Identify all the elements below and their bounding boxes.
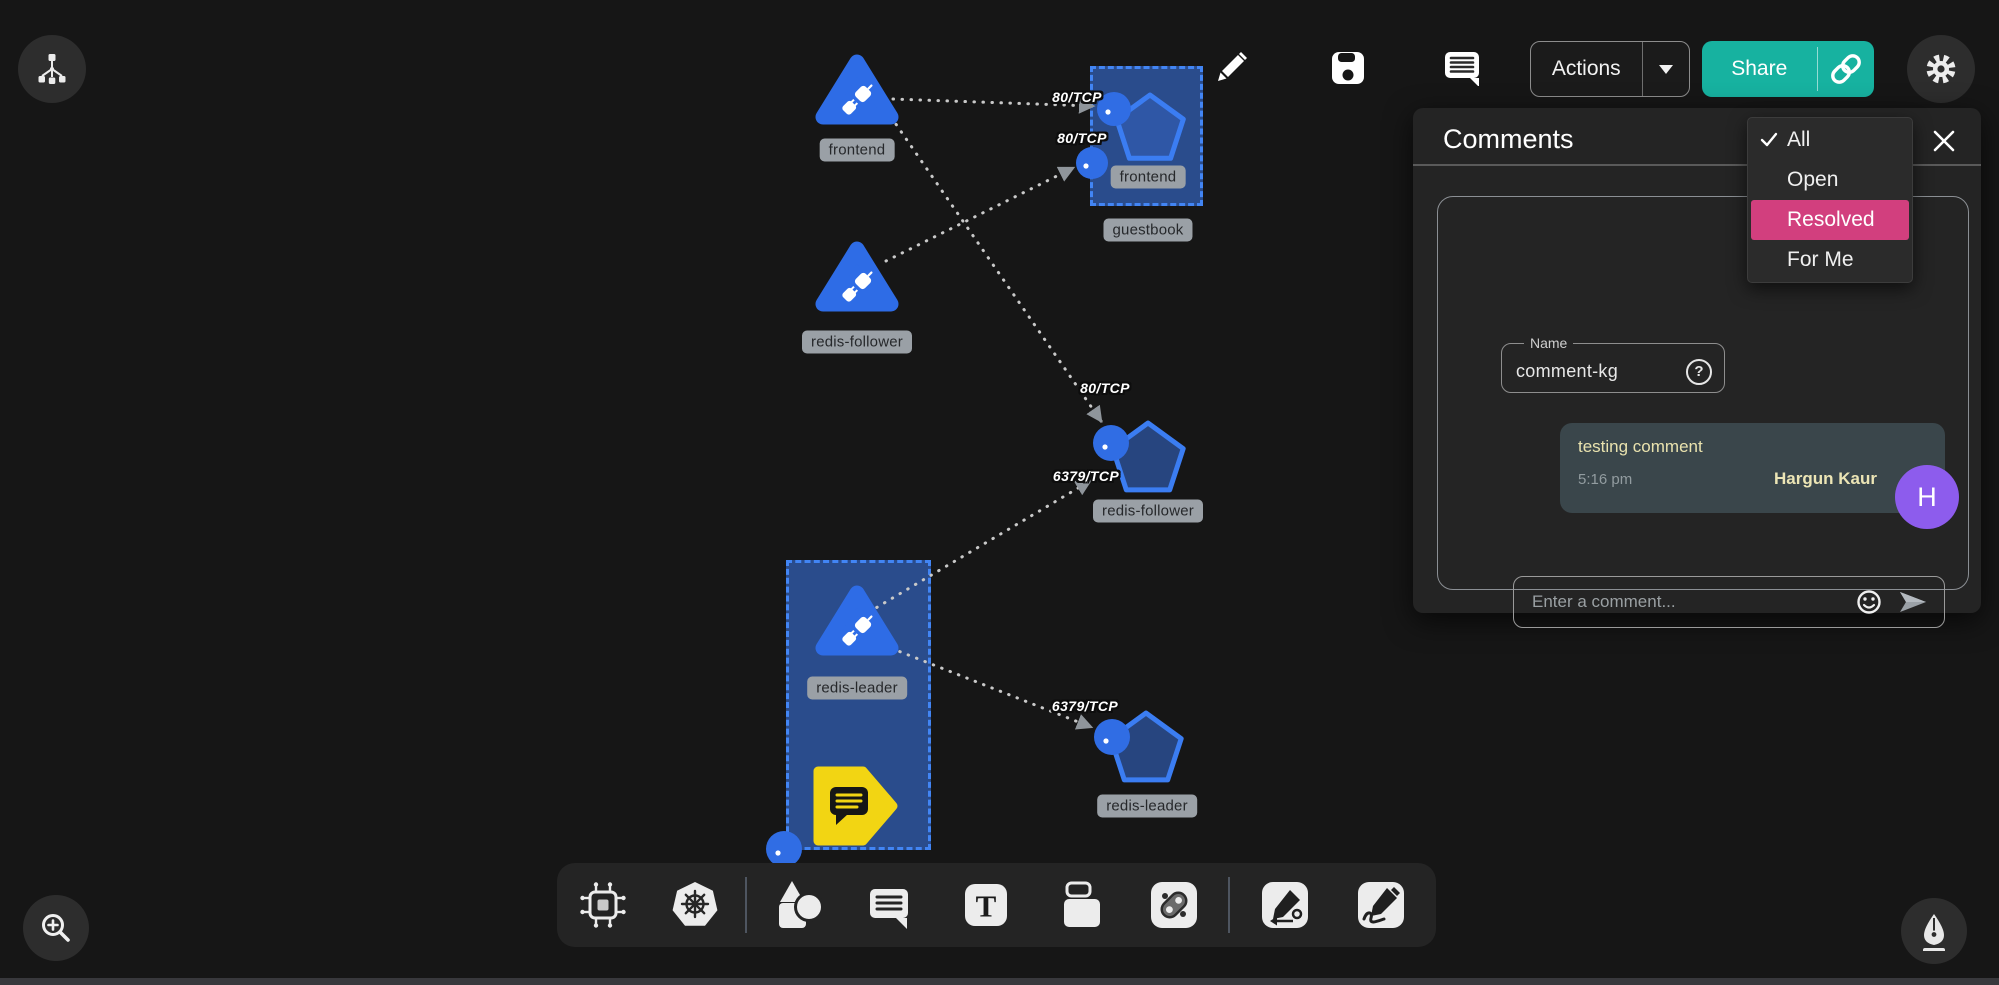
gear-icon	[1919, 47, 1963, 91]
name-field-label: Name	[1524, 335, 1573, 351]
share-button[interactable]: Share	[1702, 41, 1874, 97]
actions-dropdown-toggle[interactable]	[1643, 42, 1689, 96]
emoji-icon[interactable]	[1856, 589, 1882, 615]
chevron-down-icon	[1659, 65, 1673, 74]
sticky-note-tool[interactable]	[1050, 873, 1114, 937]
redis-leader-selection-box[interactable]	[786, 560, 931, 850]
pencil-scribble-icon	[1355, 879, 1407, 931]
node-redis-follower-service[interactable]	[1113, 423, 1183, 490]
pen-connector-tool[interactable]	[1253, 873, 1317, 937]
plug-icon	[840, 267, 876, 303]
avatar: H	[1895, 465, 1959, 529]
save-button[interactable]	[1328, 48, 1368, 88]
node-frontend-deployment[interactable]	[823, 62, 891, 117]
kubernetes-helm-icon	[668, 878, 722, 932]
panel-title: Comments	[1443, 124, 1574, 155]
zoom-in-button[interactable]	[23, 895, 89, 961]
kubernetes-tool[interactable]	[663, 873, 727, 937]
shapes-icon	[771, 879, 823, 931]
save-floppy-icon	[1330, 50, 1366, 86]
node-label[interactable]: redis-follower	[802, 331, 912, 354]
comment-icon	[863, 879, 915, 931]
filter-option-open[interactable]: Open	[1748, 160, 1912, 200]
node-redis-leader-service[interactable]	[1111, 713, 1181, 780]
edge-label: 6379/TCP	[1052, 698, 1118, 714]
text-tool[interactable]: T	[954, 873, 1018, 937]
node-label[interactable]: guestbook	[1103, 219, 1192, 242]
bottom-toolbar: T	[557, 863, 1436, 947]
text-icon: T	[960, 879, 1012, 931]
node-label[interactable]: redis-leader	[807, 677, 907, 700]
actions-button[interactable]: Actions	[1530, 41, 1690, 97]
shapes-tool[interactable]	[765, 873, 829, 937]
close-panel-button[interactable]	[1931, 128, 1957, 154]
node-label[interactable]: frontend	[1111, 166, 1186, 189]
edge-frontend-to-redis-follower-service[interactable]	[891, 117, 1101, 421]
check-icon	[1759, 130, 1787, 150]
edge-label: 80/TCP	[1080, 380, 1130, 396]
node-redis-follower-deployment[interactable]	[823, 249, 891, 304]
comment-tool[interactable]	[857, 873, 921, 937]
svg-text:T: T	[976, 889, 997, 924]
chain-link-icon	[1148, 879, 1200, 931]
link-icon	[1829, 52, 1863, 86]
pen-nib-icon	[1914, 911, 1954, 951]
toolbar-divider	[745, 877, 747, 933]
send-icon[interactable]	[1898, 590, 1928, 614]
name-field-value[interactable]: comment-kg	[1516, 361, 1618, 382]
name-field[interactable]: Name comment-kg ?	[1501, 335, 1725, 393]
connection-tool[interactable]	[1142, 873, 1206, 937]
comment-timestamp: 5:16 pm	[1578, 471, 1632, 488]
comments-toggle-button[interactable]	[1442, 47, 1482, 87]
resource-map-tool[interactable]	[571, 873, 635, 937]
comments-filter-menu: All Open Resolved For Me	[1747, 117, 1913, 283]
share-label: Share	[1702, 41, 1817, 97]
copy-link-button[interactable]	[1818, 41, 1874, 97]
pen-arrow-icon	[1259, 879, 1311, 931]
filter-option-for-me[interactable]: For Me	[1748, 240, 1912, 280]
comment-input[interactable]	[1530, 591, 1840, 613]
hierarchy-view-button[interactable]	[18, 35, 86, 103]
node-label[interactable]: redis-leader	[1097, 795, 1197, 818]
filter-option-all[interactable]: All	[1748, 120, 1912, 160]
freehand-draw-tool[interactable]	[1349, 873, 1413, 937]
comment-author: Hargun Kaur	[1774, 469, 1877, 489]
pencil-icon	[1214, 49, 1250, 85]
edge-redis-follower-to-frontend-service[interactable]	[886, 168, 1073, 261]
comment-bubble-icon	[1443, 48, 1481, 86]
comment-text: testing comment	[1578, 437, 1927, 457]
plug-icon	[840, 80, 876, 116]
edge-label: 80/TCP	[1057, 130, 1107, 146]
edge-label: 80/TCP	[1052, 89, 1102, 105]
tree-hierarchy-icon	[32, 49, 72, 89]
help-icon[interactable]: ?	[1686, 359, 1712, 385]
sticky-note-icon	[1056, 879, 1108, 931]
chip-icon	[577, 879, 629, 931]
edge-label: 6379/TCP	[1053, 468, 1119, 484]
port-circle[interactable]	[1094, 719, 1130, 755]
pen-mode-button[interactable]	[1901, 898, 1967, 964]
node-label[interactable]: redis-follower	[1093, 500, 1203, 523]
filter-option-resolved[interactable]: Resolved	[1751, 200, 1909, 240]
toolbar-divider	[1228, 877, 1230, 933]
actions-label: Actions	[1531, 42, 1642, 96]
close-icon	[1932, 129, 1956, 153]
app-root: { "colors": { "canvas_background": "#161…	[0, 0, 1999, 985]
port-circle[interactable]	[1093, 425, 1129, 461]
settings-button[interactable]	[1907, 35, 1975, 103]
zoom-in-icon	[36, 908, 76, 948]
node-label[interactable]: frontend	[820, 139, 895, 162]
canvas-bottom-edge	[0, 978, 1999, 985]
edit-button[interactable]	[1212, 47, 1252, 87]
comment-input-container	[1513, 576, 1945, 628]
comment-item[interactable]: testing comment 5:16 pm Hargun Kaur	[1560, 423, 1945, 513]
